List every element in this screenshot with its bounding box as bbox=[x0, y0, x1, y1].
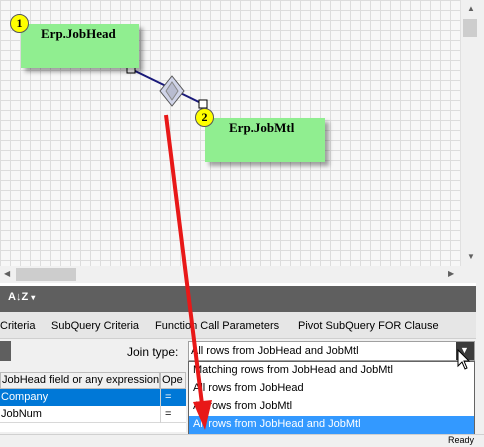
sort-button[interactable]: A↓Z ▾ bbox=[8, 291, 36, 308]
status-text: Ready bbox=[448, 435, 475, 445]
chevron-down-icon: ▼ bbox=[460, 345, 469, 355]
tab-subquery-criteria[interactable]: SubQuery Criteria bbox=[51, 320, 139, 332]
criteria-toolbar: A↓Z ▾ bbox=[0, 286, 476, 312]
join-option[interactable]: All rows from JobHead bbox=[189, 380, 474, 398]
table-row[interactable]: Company = bbox=[0, 389, 186, 406]
table-row[interactable]: JobNum = bbox=[0, 406, 186, 423]
join-option[interactable]: All rows from JobMtl bbox=[189, 398, 474, 416]
query-diagram-canvas[interactable]: Erp.JobHead 1 Erp.JobMtl 2 bbox=[0, 0, 460, 266]
status-bar: Ready bbox=[0, 434, 484, 447]
join-option-selected[interactable]: All rows from JobHead and JobMtl bbox=[189, 416, 474, 434]
operator-cell[interactable]: = bbox=[164, 406, 186, 423]
table-name: Erp.JobMtl bbox=[229, 120, 295, 135]
field-cell[interactable]: Company bbox=[0, 389, 160, 406]
join-anchor-end[interactable] bbox=[198, 99, 208, 109]
chevron-down-icon: ▾ bbox=[31, 293, 36, 302]
table-number-badge: 1 bbox=[10, 14, 29, 33]
horizontal-scroll-thumb[interactable] bbox=[16, 268, 76, 281]
table-node-jobhead[interactable]: Erp.JobHead bbox=[21, 24, 139, 68]
scroll-down-icon[interactable]: ▼ bbox=[467, 252, 475, 261]
scroll-right-icon[interactable]: ▶ bbox=[448, 269, 454, 278]
sort-az-icon: A↓Z bbox=[8, 291, 29, 303]
tab-pivot-subquery-for-clause[interactable]: Pivot SubQuery FOR Clause bbox=[298, 320, 439, 332]
column-header-operator[interactable]: Ope bbox=[160, 372, 186, 389]
join-option[interactable]: Matching rows from JobHead and JobMtl bbox=[189, 362, 474, 380]
dropdown-button[interactable]: ▼ bbox=[456, 342, 474, 360]
column-divider bbox=[160, 389, 161, 423]
table-node-jobmtl[interactable]: Erp.JobMtl bbox=[205, 118, 325, 162]
criteria-grid: JobHead field or any expression Ope Comp… bbox=[0, 372, 186, 432]
table-number-badge: 2 bbox=[195, 108, 214, 127]
horizontal-scrollbar[interactable]: ◀ ▶ bbox=[0, 266, 460, 283]
vertical-scrollbar[interactable]: ▲ ▼ bbox=[460, 0, 484, 266]
scrollbar-corner bbox=[460, 266, 484, 283]
table-name: Erp.JobHead bbox=[41, 26, 116, 41]
join-type-dropdown[interactable]: All rows from JobHead and JobMtl bbox=[188, 341, 475, 361]
join-type-label: Join type: bbox=[127, 345, 179, 359]
scroll-up-icon[interactable]: ▲ bbox=[467, 4, 475, 13]
tab-criteria[interactable]: Criteria bbox=[0, 320, 35, 332]
tab-function-call-parameters[interactable]: Function Call Parameters bbox=[155, 320, 279, 332]
join-type-value: All rows from JobHead and JobMtl bbox=[191, 345, 359, 357]
operator-cell[interactable]: = bbox=[164, 389, 186, 406]
join-type-options-list[interactable]: Matching rows from JobHead and JobMtl Al… bbox=[188, 361, 475, 434]
field-cell[interactable]: JobNum bbox=[0, 406, 160, 423]
vertical-scroll-thumb[interactable] bbox=[463, 19, 477, 37]
tab-strip: Criteria SubQuery Criteria Function Call… bbox=[0, 312, 476, 339]
panel-button[interactable] bbox=[0, 341, 11, 361]
column-header-field[interactable]: JobHead field or any expression bbox=[0, 372, 160, 389]
scroll-left-icon[interactable]: ◀ bbox=[4, 269, 10, 278]
